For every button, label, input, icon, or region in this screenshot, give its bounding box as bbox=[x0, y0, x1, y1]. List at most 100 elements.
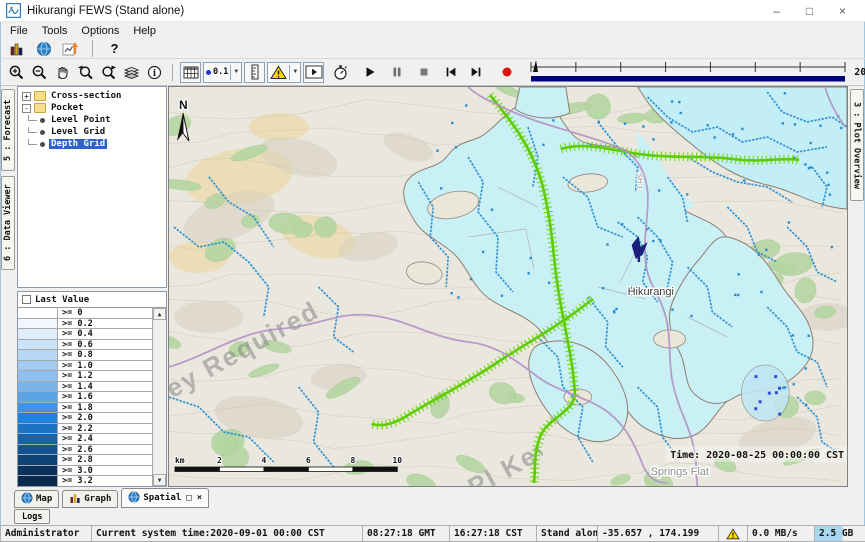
svg-text:4: 4 bbox=[262, 456, 267, 465]
animation-icon[interactable] bbox=[303, 62, 324, 83]
leaf-bullet-icon bbox=[40, 142, 45, 147]
legend-swatch bbox=[18, 329, 58, 339]
close-button[interactable]: × bbox=[826, 1, 859, 21]
main-content: 5 : Forecast 6 : Data Viewer +Cross-secti… bbox=[0, 86, 865, 487]
legend-row[interactable]: >= 0 bbox=[18, 308, 152, 319]
status-mode: Stand alone bbox=[536, 525, 598, 542]
time-slider[interactable] bbox=[529, 60, 847, 84]
legend-row[interactable]: >= 3.2 bbox=[18, 476, 152, 486]
view-tab-map[interactable]: Map bbox=[14, 490, 59, 508]
view-tab-graph[interactable]: Graph bbox=[62, 490, 118, 508]
legend-row-label: >= 2.2 bbox=[58, 424, 152, 434]
status-local-time: 16:27:18 CST bbox=[449, 525, 537, 542]
stop-icon[interactable] bbox=[413, 62, 434, 83]
folder-icon bbox=[34, 103, 46, 113]
legend-swatch bbox=[18, 466, 58, 476]
legend-row[interactable]: >= 3.0 bbox=[18, 466, 152, 477]
legend-row[interactable]: >= 2.2 bbox=[18, 424, 152, 435]
minimize-button[interactable]: – bbox=[760, 1, 793, 21]
status-coordinates: -35.657 , 174.199 bbox=[597, 525, 719, 542]
legend-row[interactable]: >= 1.2 bbox=[18, 371, 152, 382]
legend-row[interactable]: >= 1.8 bbox=[18, 403, 152, 414]
tree-item-label: Level Point bbox=[49, 115, 113, 125]
tree-item-level-point[interactable]: Level Point bbox=[18, 114, 166, 126]
ruler-icon[interactable] bbox=[244, 62, 265, 83]
legend-row[interactable]: >= 2.8 bbox=[18, 455, 152, 466]
side-tab-6-data-viewer[interactable]: 6 : Data Viewer bbox=[1, 176, 15, 270]
record-icon[interactable] bbox=[496, 62, 517, 83]
grid-display-icon[interactable] bbox=[180, 62, 201, 83]
tree-item-cross-section[interactable]: +Cross-section bbox=[18, 90, 166, 102]
status-bar: AdministratorCurrent system time:2020-09… bbox=[0, 525, 865, 542]
tab-close-icon[interactable]: × bbox=[197, 493, 202, 503]
town-label: Hikurangi bbox=[628, 286, 674, 298]
maximize-button[interactable]: □ bbox=[793, 1, 826, 21]
scroll-down-icon[interactable]: ▼ bbox=[153, 474, 166, 486]
map-globe-icon[interactable] bbox=[33, 38, 54, 59]
collapse-icon[interactable]: - bbox=[22, 104, 31, 113]
side-tab-5-forecast[interactable]: 5 : Forecast bbox=[1, 89, 15, 171]
legend-row[interactable]: >= 0.4 bbox=[18, 329, 152, 340]
view-tab-spatial[interactable]: Spatial□× bbox=[121, 488, 209, 508]
legend-scrollbar[interactable]: ▲ ▼ bbox=[152, 308, 166, 486]
leaf-bullet-icon bbox=[40, 130, 45, 135]
chevron-down-icon: ▼ bbox=[230, 65, 239, 80]
legend-row[interactable]: >= 1.0 bbox=[18, 361, 152, 372]
stopwatch-icon[interactable] bbox=[330, 62, 351, 83]
tree-item-level-grid[interactable]: Level Grid bbox=[18, 126, 166, 138]
legend-row-label: >= 0.2 bbox=[58, 319, 152, 329]
side-tab-3-plot-overview[interactable]: 3 : Plot Overview bbox=[850, 89, 864, 201]
layers-icon[interactable] bbox=[121, 62, 142, 83]
legend-row-label: >= 2.0 bbox=[58, 413, 152, 423]
zoom-in-icon[interactable] bbox=[6, 62, 27, 83]
play-icon[interactable] bbox=[359, 62, 380, 83]
svg-text:8: 8 bbox=[350, 456, 355, 465]
tree-connector bbox=[28, 139, 37, 145]
menu-file[interactable]: File bbox=[4, 25, 36, 37]
legend-row[interactable]: >= 2.4 bbox=[18, 434, 152, 445]
help-icon[interactable]: ? bbox=[104, 38, 125, 59]
menu-options[interactable]: Options bbox=[75, 25, 127, 37]
tab-maximize-icon[interactable]: □ bbox=[186, 493, 191, 503]
tree-item-depth-grid[interactable]: Depth Grid bbox=[18, 138, 166, 150]
legend-row[interactable]: >= 2.0 bbox=[18, 413, 152, 424]
legend-swatch bbox=[18, 392, 58, 402]
info-icon[interactable]: i bbox=[144, 62, 165, 83]
skip-to-end-icon[interactable] bbox=[465, 62, 486, 83]
grid-scale-dropdown[interactable]: 0.1 ▼ bbox=[203, 62, 242, 83]
legend-row[interactable]: >= 2.6 bbox=[18, 445, 152, 456]
scroll-up-icon[interactable]: ▲ bbox=[153, 308, 166, 320]
menu-help[interactable]: Help bbox=[127, 25, 164, 37]
zoom-previous-icon[interactable] bbox=[75, 62, 96, 83]
legend-row-label: >= 1.2 bbox=[58, 371, 152, 381]
zoom-out-icon[interactable] bbox=[29, 62, 50, 83]
menu-tools[interactable]: Tools bbox=[36, 25, 76, 37]
pause-icon[interactable] bbox=[386, 62, 407, 83]
logs-button[interactable]: Logs bbox=[14, 509, 50, 524]
logs-row: Logs bbox=[0, 508, 865, 525]
skip-to-start-icon[interactable] bbox=[440, 62, 461, 83]
last-value-checkbox[interactable] bbox=[22, 295, 31, 304]
map-view[interactable]: API Key Required API Key Required bbox=[168, 86, 848, 487]
expand-icon[interactable]: + bbox=[22, 92, 31, 101]
warning-threshold-dropdown[interactable]: ▼ bbox=[267, 62, 301, 83]
legend-row-label: >= 0.6 bbox=[58, 340, 152, 350]
pan-hand-icon[interactable] bbox=[52, 62, 73, 83]
legend-row-label: >= 3.0 bbox=[58, 466, 152, 476]
data-display-icon[interactable] bbox=[6, 38, 27, 59]
chart-marker-icon[interactable] bbox=[60, 38, 81, 59]
app-window: { "window": { "title": "Hikurangi FEWS (… bbox=[0, 0, 865, 542]
legend-row[interactable]: >= 0.2 bbox=[18, 319, 152, 330]
legend-row-label: >= 2.6 bbox=[58, 445, 152, 455]
map-time-label: Time: 2020-08-25 00:00:00 CST bbox=[666, 446, 847, 462]
legend-row[interactable]: >= 1.4 bbox=[18, 382, 152, 393]
legend-row[interactable]: >= 0.8 bbox=[18, 350, 152, 361]
legend-row[interactable]: >= 0.6 bbox=[18, 340, 152, 351]
legend-row[interactable]: >= 1.6 bbox=[18, 392, 152, 403]
zoom-next-icon[interactable] bbox=[98, 62, 119, 83]
tree-item-pocket[interactable]: -Pocket bbox=[18, 102, 166, 114]
slider-handle bbox=[533, 60, 538, 72]
data-tree: +Cross-section-PocketLevel PointLevel Gr… bbox=[17, 86, 167, 288]
legend-row-label: >= 0.4 bbox=[58, 329, 152, 339]
toolbar-separator bbox=[92, 40, 93, 57]
